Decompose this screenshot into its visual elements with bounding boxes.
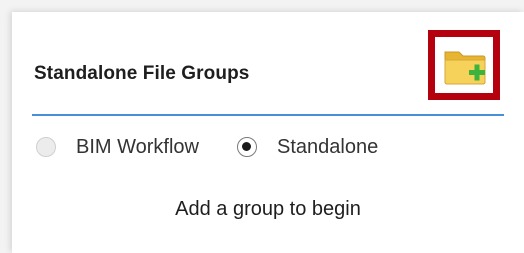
- empty-state-message: Add a group to begin: [175, 198, 361, 220]
- radio-bim-workflow-label: BIM Workflow: [76, 135, 199, 158]
- panel-header: Standalone File Groups: [12, 12, 524, 116]
- radio-standalone-circle[interactable]: [236, 137, 257, 157]
- mode-selector: BIM Workflow Standalone: [36, 132, 416, 162]
- radio-standalone[interactable]: Standalone: [236, 135, 379, 159]
- radio-bim-workflow-circle[interactable]: [36, 137, 56, 157]
- radio-bim-workflow[interactable]: BIM Workflow: [36, 136, 199, 159]
- header-divider: [32, 114, 504, 116]
- panel-title: Standalone File Groups: [34, 63, 250, 84]
- standalone-file-groups-panel: Standalone File Groups BIM Workflow Stan…: [12, 12, 524, 253]
- folder-add-icon: [444, 51, 486, 85]
- radio-selected-dot: [241, 142, 251, 151]
- add-group-button[interactable]: [428, 30, 500, 100]
- radio-standalone-label: Standalone: [276, 135, 379, 158]
